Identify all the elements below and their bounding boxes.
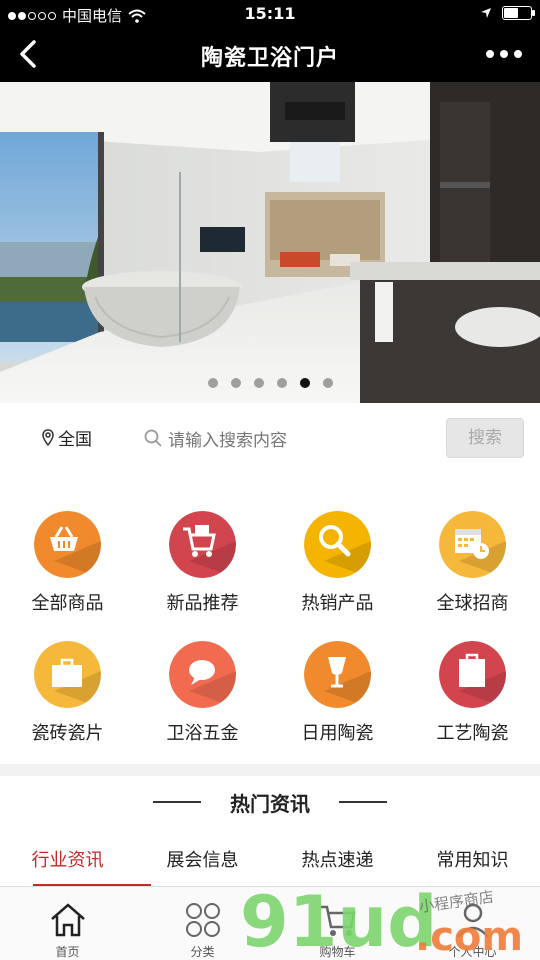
app-screen: 中国电信 15:11 陶瓷卫浴门户 全国 请输入搜索内容 搜索 全部商品 新品推… (0, 0, 540, 960)
carousel-indicator[interactable] (0, 378, 540, 388)
grid-icon (183, 901, 223, 943)
search-icon (144, 429, 162, 447)
category-item[interactable]: 日用陶瓷 (270, 639, 405, 769)
news-tabs: 行业资讯 展会信息 热点速递 常用知识 (0, 834, 540, 886)
category-label: 卫浴五金 (166, 723, 239, 744)
search-button[interactable]: 搜索 (446, 418, 524, 458)
category-item[interactable]: 卫浴五金 (135, 639, 270, 769)
search-input[interactable]: 请输入搜索内容 (144, 423, 434, 453)
category-grid: 全部商品 新品推荐 热销产品 全球招商瓷砖瓷片 卫浴五金 日用陶瓷 工艺陶瓷 (0, 471, 540, 764)
banner-image (0, 82, 540, 403)
nav-bar: 陶瓷卫浴门户 (0, 28, 540, 82)
location-arrow-icon (481, 8, 491, 18)
user-icon (453, 901, 493, 943)
tabbar-item[interactable]: 分类 (135, 887, 270, 960)
tabbar-item[interactable]: 购物车 (270, 887, 405, 960)
divider-right (339, 801, 387, 803)
bottom-tab-bar: 首页 分类 购物车 个人中心 (0, 886, 540, 960)
tabbar-label: 个人中心 (448, 945, 497, 959)
banner-carousel[interactable] (0, 82, 540, 403)
tabbar-item[interactable]: 首页 (0, 887, 135, 960)
category-label: 全球招商 (436, 593, 509, 614)
category-item[interactable]: 工艺陶瓷 (405, 639, 540, 769)
chat-icon (169, 641, 236, 708)
tabbar-label: 购物车 (319, 945, 356, 959)
basket-icon (34, 511, 101, 578)
glass-icon (304, 641, 371, 708)
news-tab[interactable]: 展会信息 (135, 834, 270, 886)
category-label: 热销产品 (301, 593, 374, 614)
hot-news-section: 热门资讯 行业资讯 展会信息 热点速递 常用知识 (0, 776, 540, 886)
category-item[interactable]: 热销产品 (270, 509, 405, 639)
top-bar: 中国电信 15:11 陶瓷卫浴门户 (0, 0, 540, 82)
category-item[interactable]: 瓷砖瓷片 (0, 639, 135, 769)
carousel-dot[interactable] (230, 378, 241, 388)
cart-icon (318, 901, 358, 943)
tabbar-item[interactable]: 个人中心 (405, 887, 540, 960)
carousel-dot[interactable] (322, 378, 333, 388)
search-icon (304, 511, 371, 578)
more-button[interactable] (486, 42, 522, 66)
home-icon (48, 901, 88, 943)
cart-icon (169, 511, 236, 578)
status-bar: 中国电信 15:11 (0, 0, 540, 28)
category-item[interactable]: 全球招商 (405, 509, 540, 639)
carousel-dot[interactable] (253, 378, 264, 388)
map-pin-icon (42, 428, 54, 446)
carousel-dot[interactable] (207, 378, 218, 388)
news-tab[interactable]: 行业资讯 (0, 834, 151, 886)
category-label: 瓷砖瓷片 (31, 723, 104, 744)
news-tab[interactable]: 热点速递 (270, 834, 405, 886)
page-title: 陶瓷卫浴门户 (200, 46, 339, 71)
section-heading: 热门资讯 (230, 792, 310, 816)
category-item[interactable]: 新品推荐 (135, 509, 270, 639)
category-label: 工艺陶瓷 (436, 723, 509, 744)
battery-icon (502, 6, 535, 20)
carousel-dot[interactable] (276, 378, 287, 388)
news-tab[interactable]: 常用知识 (405, 834, 540, 886)
tabbar-label: 首页 (55, 945, 80, 959)
carousel-dot[interactable] (299, 378, 310, 388)
location-label: 全国 (58, 430, 92, 450)
location-selector[interactable]: 全国 (42, 425, 92, 450)
clock: 15:11 (244, 4, 296, 23)
category-label: 新品推荐 (166, 593, 239, 614)
calendar-icon (439, 511, 506, 578)
search-bar: 全国 请输入搜索内容 搜索 (0, 403, 540, 471)
category-item[interactable]: 全部商品 (0, 509, 135, 639)
search-placeholder: 请输入搜索内容 (168, 430, 287, 451)
clipboard-icon (439, 641, 506, 708)
category-label: 全部商品 (31, 593, 104, 614)
category-label: 日用陶瓷 (301, 723, 374, 744)
tabbar-label: 分类 (190, 945, 215, 959)
briefcase-icon (34, 641, 101, 708)
